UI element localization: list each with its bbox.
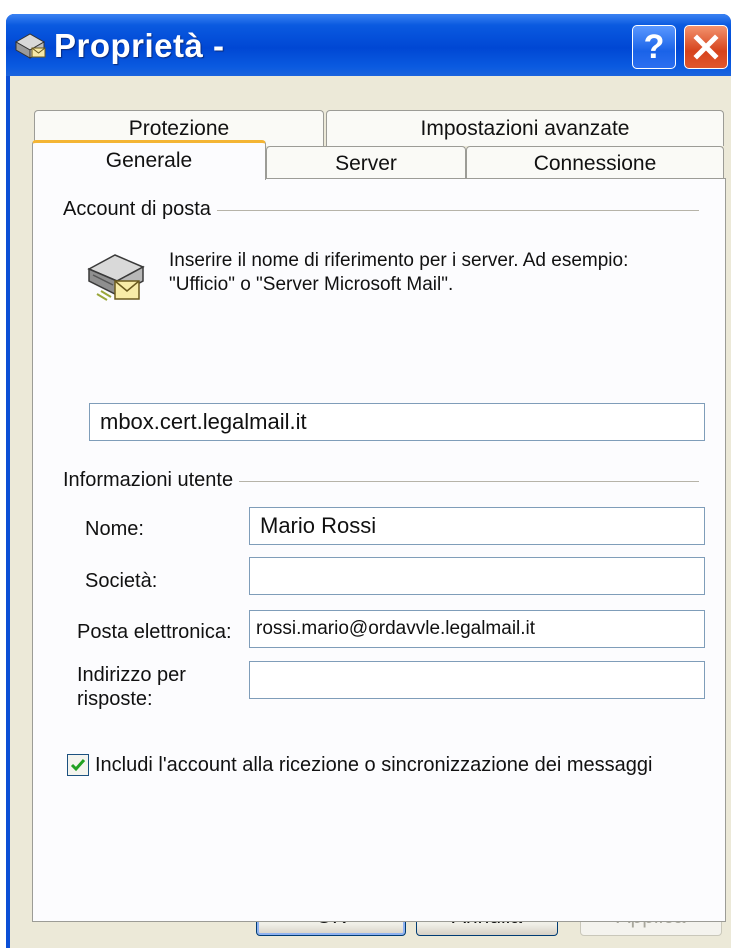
include-account-label[interactable]: Includi l'account alla ricezione o sincr… (95, 753, 652, 777)
help-icon: ? (643, 27, 665, 66)
close-icon (693, 34, 719, 60)
company-input[interactable] (249, 557, 705, 595)
name-value: Mario Rossi (260, 513, 377, 538)
account-info-line-2: "Ufficio" o "Server Microsoft Mail". (169, 274, 454, 295)
group-label-account: Account di posta (63, 198, 217, 221)
email-input[interactable]: rossi.mario@ordavvle.legalmail.it (249, 610, 705, 648)
tab-panel-generale: Account di posta Inserire il nome di rif… (32, 178, 726, 922)
reply-address-label-line-2: risposte: (77, 688, 153, 710)
close-button[interactable] (684, 25, 728, 69)
tab-generale[interactable]: Generale (32, 140, 266, 180)
tab-label: Protezione (128, 117, 230, 140)
title-bar[interactable]: Proprietà - ? (6, 14, 731, 76)
reply-address-input[interactable] (249, 661, 705, 699)
tab-impostazioni-avanzate[interactable]: Impostazioni avanzate (326, 110, 724, 146)
dialog-client-area: Protezione Impostazioni avanzate General… (10, 76, 731, 948)
window-title: Proprietà - (54, 27, 225, 64)
help-button[interactable]: ? (632, 25, 676, 69)
tab-server[interactable]: Server (266, 146, 466, 180)
company-label: Società: (85, 570, 158, 592)
account-name-value: mbox.cert.legalmail.it (100, 409, 307, 434)
group-label-user-info: Informazioni utente (63, 469, 240, 492)
include-account-checkbox[interactable] (67, 754, 89, 776)
name-label: Nome: (85, 518, 144, 540)
properties-window: Proprietà - ? Protezione Impostazioni av… (6, 14, 731, 948)
tab-label: Connessione (533, 152, 657, 175)
email-value: rossi.mario@ordavvle.legalmail.it (256, 618, 536, 639)
tab-label: Server (335, 152, 397, 175)
mail-server-icon (87, 254, 145, 301)
tab-label: Generale (105, 149, 193, 172)
checkmark-icon (70, 759, 86, 772)
tab-connessione[interactable]: Connessione (466, 146, 724, 180)
email-label: Posta elettronica: (77, 621, 232, 643)
tab-label: Impostazioni avanzate (420, 117, 630, 140)
account-name-input[interactable]: mbox.cert.legalmail.it (89, 403, 705, 441)
name-input[interactable]: Mario Rossi (249, 507, 705, 545)
account-properties-icon (14, 33, 46, 59)
account-info-line-1: Inserire il nome di riferimento per i se… (169, 250, 629, 271)
reply-address-label-line-1: Indirizzo per (77, 664, 186, 686)
